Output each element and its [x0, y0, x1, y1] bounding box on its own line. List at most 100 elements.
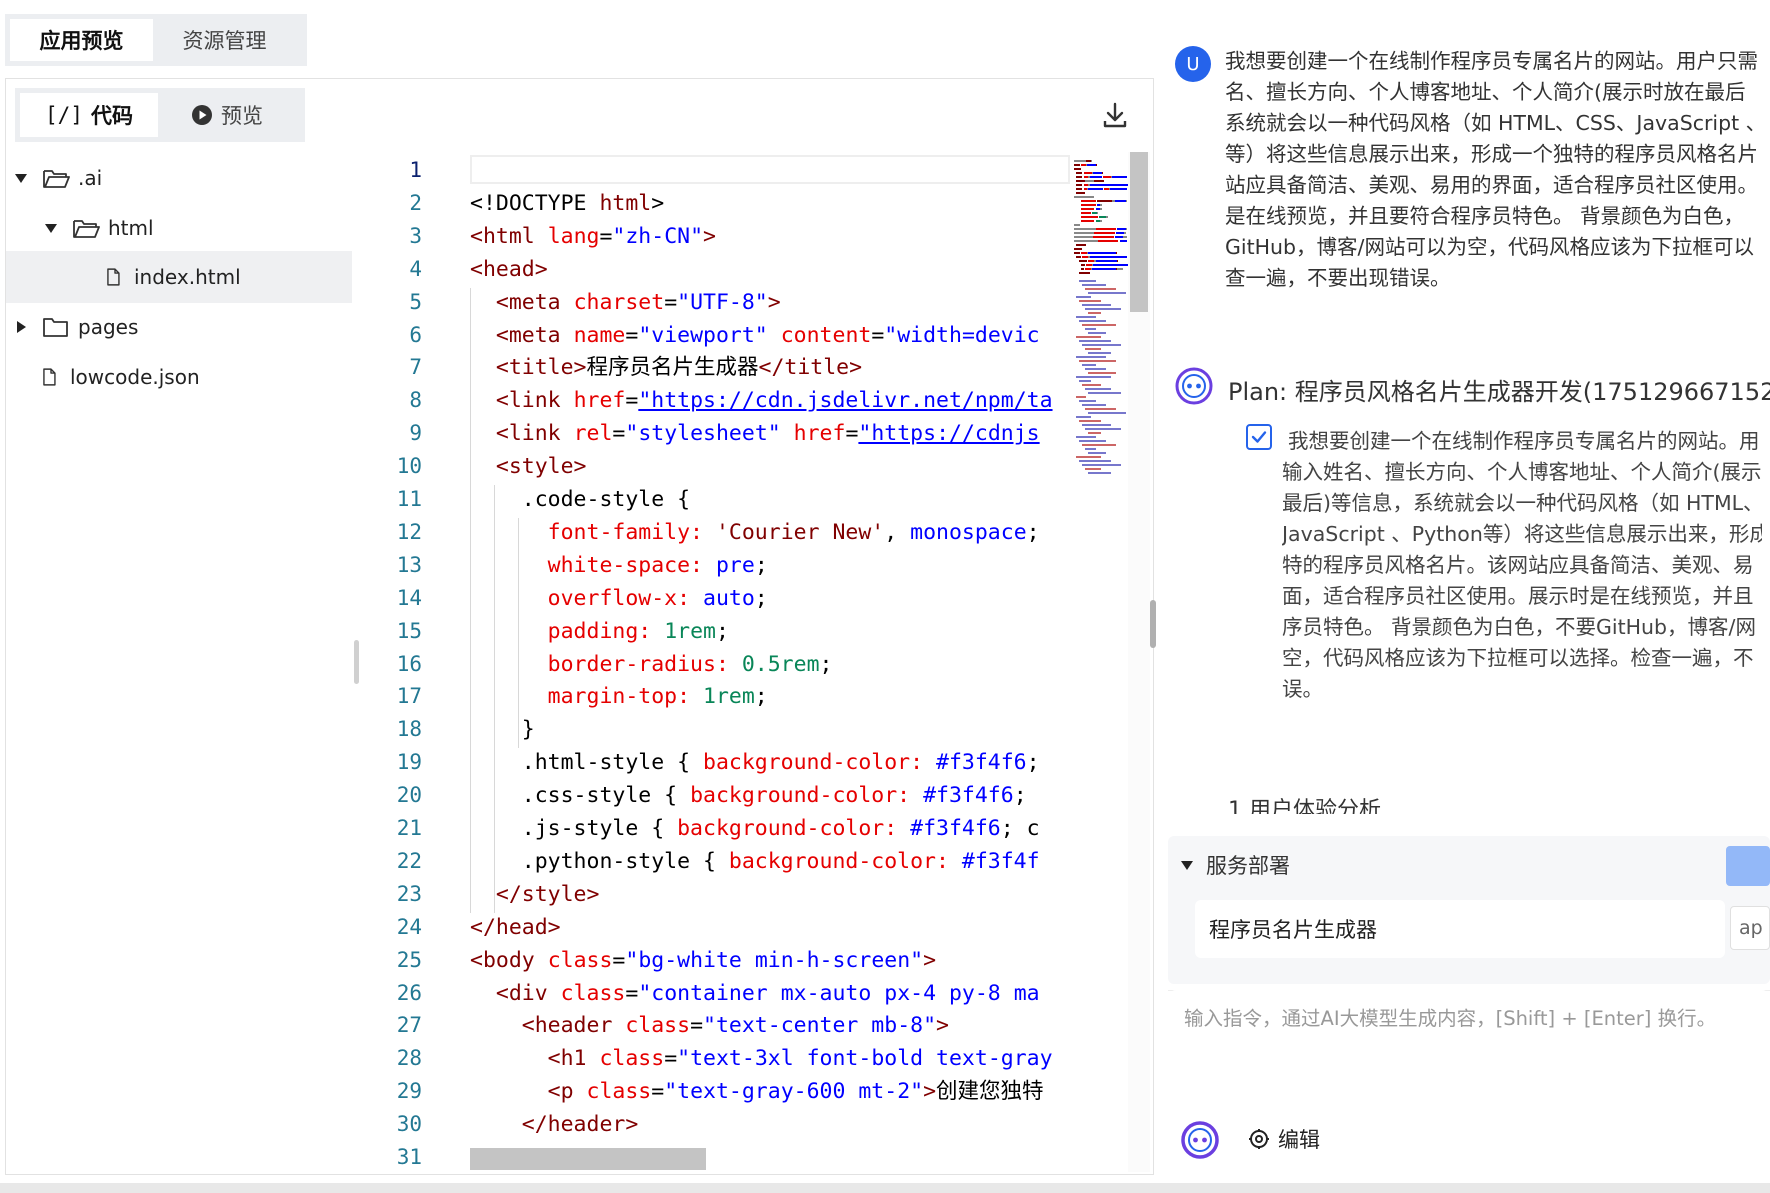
minimap-mark — [1117, 260, 1119, 262]
target-icon — [1249, 1129, 1269, 1149]
tree-splitter[interactable] — [354, 640, 359, 684]
code-token: <link — [495, 388, 561, 414]
minimap-mark — [1093, 172, 1102, 174]
code-line: </style> — [470, 878, 600, 911]
tree-item-label: index.html — [134, 265, 241, 289]
minimap-mark — [1074, 228, 1096, 230]
minimap-mark — [1082, 304, 1111, 306]
line-number: 8 — [409, 388, 422, 413]
code-token: "https://cdnjs — [858, 421, 1040, 447]
minimap-mark — [1081, 268, 1084, 270]
line-number: 20 — [396, 783, 422, 808]
code-token: 1rem — [664, 618, 716, 644]
deploy-app-input[interactable]: ap — [1730, 906, 1770, 950]
minimap-mark — [1094, 232, 1115, 234]
minimap-mark — [1124, 232, 1126, 234]
tab-resource-management[interactable]: 资源管理 — [153, 19, 296, 61]
minimap-mark — [1084, 180, 1095, 182]
tab-code[interactable]: [/] 代码 — [20, 93, 158, 137]
code-editor[interactable]: <!DOCTYPE html> <html lang="zh-CN"> <head>… — [470, 152, 1070, 1172]
deploy-header[interactable]: 服务部署 — [1180, 850, 1290, 880]
minimap-mark — [1074, 160, 1086, 162]
tab-app-preview[interactable]: 应用预览 — [10, 19, 153, 61]
line-number: 2 — [409, 190, 422, 215]
code-token: = — [690, 1013, 704, 1039]
minimap-mark — [1119, 240, 1127, 242]
tree-item-pages-folder[interactable]: pages — [6, 301, 352, 353]
line-number: 12 — [396, 519, 422, 544]
line-number: 19 — [396, 750, 422, 775]
code-token: = — [845, 421, 859, 447]
minimap-mark — [1088, 472, 1111, 474]
code-token: = — [664, 1046, 678, 1072]
code-minimap[interactable] — [1072, 152, 1128, 482]
caret-down-icon[interactable] — [1180, 858, 1194, 872]
code-token: "text-gray-600 mt-2" — [664, 1079, 924, 1105]
code-token: background-color: — [728, 848, 949, 874]
tree-item-ai-folder[interactable]: .ai — [6, 152, 352, 204]
prompt-input[interactable]: 输入指令，通过AI大模型生成内容，[Shift] + [Enter] 换行。 — [1168, 990, 1770, 1130]
code-token: <h1 — [547, 1046, 587, 1072]
minimap-mark — [1074, 252, 1080, 254]
code-line: overflow-x: auto; — [470, 582, 768, 615]
view-mode-tabs: [/] 代码 预览 — [15, 88, 305, 142]
tree-item-html-folder[interactable]: html — [6, 202, 352, 254]
code-token: = — [599, 223, 613, 249]
caret-down-icon[interactable] — [44, 221, 58, 235]
code-token: background-color: — [703, 750, 924, 776]
code-token: <div — [495, 980, 548, 1006]
edit-button[interactable]: 编辑 — [1248, 1124, 1320, 1154]
code-token: = — [625, 980, 639, 1006]
line-number: 30 — [396, 1112, 422, 1137]
editor-scrollbar-thumb[interactable] — [1130, 152, 1148, 312]
code-token: rel — [573, 421, 613, 447]
download-icon[interactable] — [1100, 100, 1130, 130]
panel-resizer[interactable] — [1150, 600, 1156, 648]
user-message-line: GitHub，博客/网站可以为空，代码风格应该为下拉框可以 — [1225, 235, 1754, 259]
minimap-mark — [1100, 220, 1102, 222]
code-line: </head> — [470, 911, 561, 944]
code-token: .js-style { — [470, 816, 678, 841]
tree-item-index-html[interactable]: index.html — [6, 251, 352, 303]
minimap-mark — [1079, 460, 1111, 462]
minimap-mark — [1082, 364, 1096, 366]
plan-checkbox[interactable] — [1246, 424, 1272, 450]
tree-item-lowcode-json[interactable]: lowcode.json — [6, 351, 352, 403]
plan-title: Plan: 程序员风格名片生成器开发(175129667152 — [1228, 378, 1770, 406]
minimap-mark — [1079, 420, 1101, 422]
plan-description-line: 误。 — [1282, 677, 1323, 701]
minimap-mark — [1117, 228, 1126, 230]
caret-right-icon[interactable] — [14, 320, 28, 334]
minimap-mark — [1079, 380, 1091, 382]
code-token: monospace — [910, 519, 1027, 545]
user-message-line: 名、擅长方向、个人博客地址、个人简介(展示时放在最后 — [1225, 80, 1746, 104]
code-line: <body class="bg-white min-h-screen"> — [470, 944, 936, 977]
folder-open-icon — [73, 220, 100, 238]
deploy-button[interactable] — [1726, 846, 1770, 886]
minimap-mark — [1085, 448, 1096, 450]
tab-preview[interactable]: 预览 — [158, 93, 296, 137]
line-number: 11 — [396, 487, 422, 511]
minimap-mark — [1087, 164, 1096, 166]
ai-assistant-icon[interactable] — [1180, 1120, 1220, 1160]
user-avatar: U — [1175, 46, 1211, 82]
minimap-mark — [1082, 464, 1121, 466]
line-number: 28 — [396, 1046, 422, 1071]
deploy-name-input[interactable]: 程序员名片生成器 — [1195, 900, 1725, 958]
indent-guide — [470, 287, 471, 913]
caret-down-icon[interactable] — [14, 171, 28, 185]
editor-horizontal-scrollbar[interactable] — [470, 1148, 706, 1170]
code-token: #f3f4f6 — [936, 750, 1027, 776]
minimap-mark — [1076, 188, 1083, 190]
minimap-mark — [1081, 200, 1096, 202]
code-token: 0.5rem — [741, 651, 820, 677]
minimap-mark — [1076, 192, 1085, 194]
